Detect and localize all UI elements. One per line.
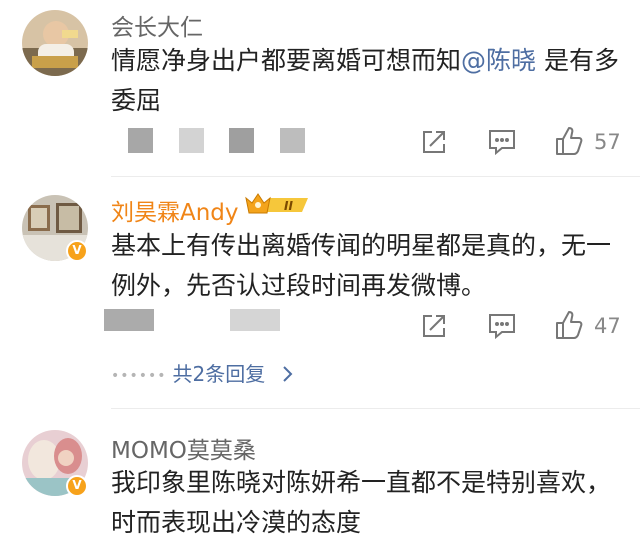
reply-icon[interactable] (488, 129, 516, 159)
replies-label: 共2条回复 (172, 362, 266, 386)
like-icon[interactable] (555, 310, 583, 344)
comment-text: 我印象里陈晓对陈妍希一直都不是特别喜欢，时而表现出冷漠的态度 (111, 468, 612, 537)
reply-icon[interactable] (488, 313, 516, 343)
verified-badge-icon (66, 240, 88, 262)
blurred-image (128, 128, 153, 153)
comment-username[interactable]: 刘昊霖Andy (111, 193, 239, 227)
like-count: 57 (594, 130, 621, 154)
divider (111, 408, 640, 409)
avatar[interactable] (22, 10, 88, 76)
verified-badge-icon (66, 475, 88, 497)
blurred-image (280, 128, 305, 153)
blurred-image (230, 309, 280, 331)
comment-text: 基本上有传出离婚传闻的明星都是真的，无一例外，先否认过段时间再发微博。 (111, 231, 612, 300)
like-count: 47 (594, 314, 621, 338)
view-replies-link[interactable]: •••••• 共2条回复 (111, 358, 294, 387)
comment-text-part: 情愿净身出户都要离婚可想而知 (111, 46, 462, 75)
blurred-image (179, 128, 204, 153)
blurred-image (229, 128, 254, 153)
share-icon[interactable] (421, 129, 447, 159)
comment-text: 情愿净身出户都要离婚可想而知@陈晓 是有多委屈 (111, 41, 621, 121)
chevron-right-icon (282, 366, 293, 382)
like-icon[interactable] (555, 126, 583, 160)
share-icon[interactable] (421, 313, 447, 343)
comment-username[interactable]: MOMO莫莫桑 (111, 431, 256, 465)
comment-username[interactable]: 会长大仁 (111, 8, 203, 42)
divider (111, 176, 640, 177)
mention-link[interactable]: @陈晓 (461, 46, 536, 75)
replies-dots: •••••• (111, 367, 167, 384)
vip-crown-badge-icon[interactable]: II (244, 191, 312, 223)
blurred-image (104, 309, 154, 331)
vip-level-label: II (284, 199, 293, 213)
